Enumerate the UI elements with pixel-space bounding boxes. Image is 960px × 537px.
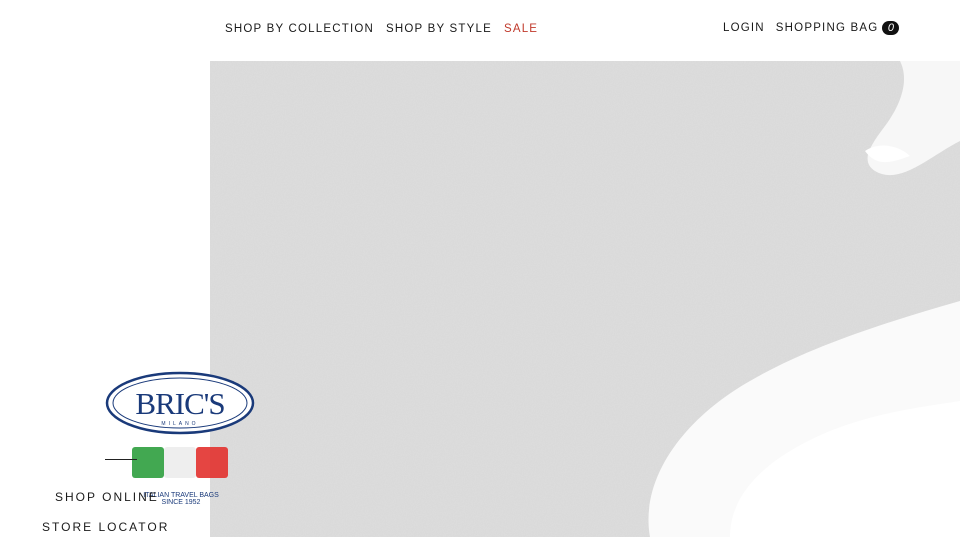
header: SHOP BY COLLECTION SHOP BY STYLE SALE LO… xyxy=(0,0,960,61)
login-link[interactable]: LOGIN xyxy=(723,22,765,34)
brics-logo[interactable]: BRIC'S MILANO ITALIAN TRAVEL BAGS SINCE … xyxy=(105,371,257,507)
shop-online-link[interactable]: SHOP ONLINE xyxy=(55,490,159,504)
brics-logo-graphic: BRIC'S MILANO ITALIAN TRAVEL BAGS SINCE … xyxy=(105,371,255,506)
hero-image xyxy=(210,61,960,537)
main-nav: SHOP BY COLLECTION SHOP BY STYLE SALE xyxy=(225,23,538,35)
shopping-bag-label: SHOPPING BAG xyxy=(775,22,879,34)
logo-city-text: MILANO xyxy=(161,421,198,427)
bag-count-badge: 0 xyxy=(882,21,900,35)
account-nav: LOGIN SHOPPING BAG 0 xyxy=(723,21,900,35)
nav-sale[interactable]: SALE xyxy=(504,23,538,35)
logo-brand-text: BRIC'S xyxy=(135,386,224,421)
shopping-bag-link[interactable]: SHOPPING BAG 0 xyxy=(776,21,900,35)
nav-shop-by-style[interactable]: SHOP BY STYLE xyxy=(386,23,492,35)
sidebar-divider xyxy=(105,459,137,460)
logo-tagline-2: SINCE 1952 xyxy=(162,499,201,506)
hero-texture xyxy=(210,61,960,537)
nav-shop-by-collection[interactable]: SHOP BY COLLECTION xyxy=(225,23,374,35)
store-locator-link[interactable]: STORE LOCATOR xyxy=(42,520,169,534)
